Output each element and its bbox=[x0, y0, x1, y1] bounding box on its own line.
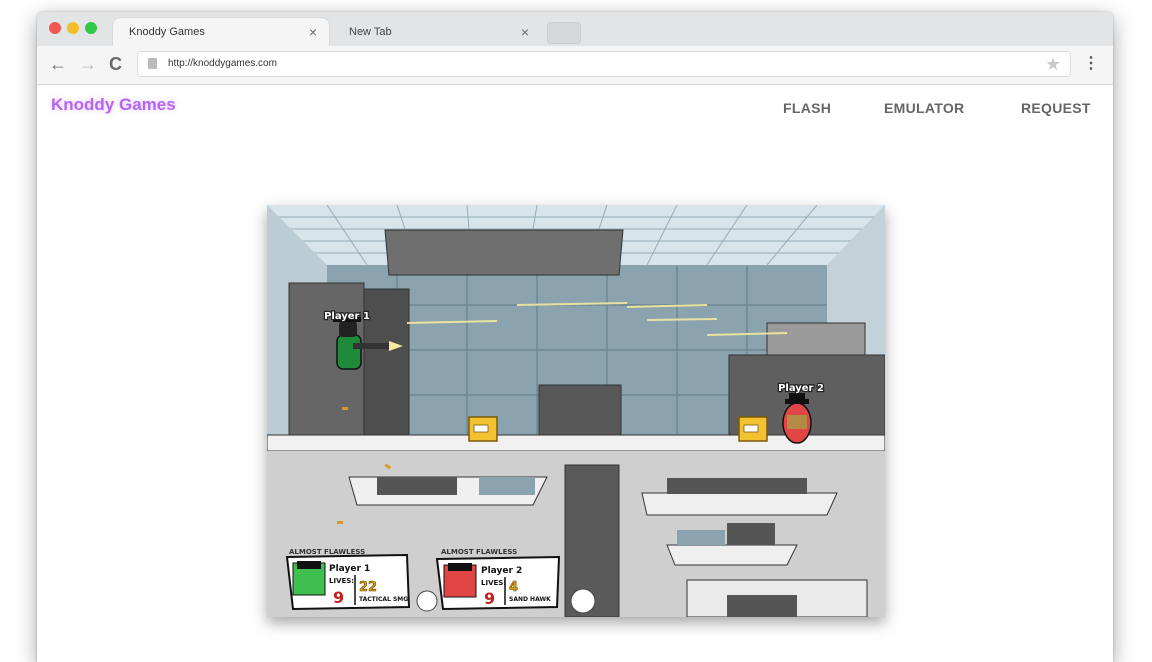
maximize-window-button[interactable] bbox=[85, 22, 97, 34]
hud-badge: ALMOST FLAWLESS bbox=[441, 548, 517, 556]
hud-player-name: Player 1 bbox=[329, 564, 370, 574]
browser-menu-icon[interactable]: ⋮ bbox=[1083, 53, 1099, 75]
tab-new-tab[interactable]: New Tab × bbox=[333, 18, 541, 46]
browser-toolbar: ← → C http://knoddygames.com ★ ⋮ bbox=[37, 46, 1113, 85]
ceiling-block bbox=[384, 229, 624, 276]
hud-ammo: 4 bbox=[509, 580, 518, 595]
game-canvas[interactable]: Player 1 Player 2 ALMOST FLAWLESS Player… bbox=[267, 205, 885, 617]
tab-strip: Knoddy Games × New Tab × bbox=[37, 12, 1113, 46]
hud-weapon: SAND HAWK bbox=[509, 596, 551, 603]
browser-window: Knoddy Games × New Tab × ← → C http://kn… bbox=[37, 12, 1113, 662]
minimize-window-button[interactable] bbox=[67, 22, 79, 34]
game-scene: Player 1 Player 2 ALMOST FLAWLESS Player… bbox=[267, 205, 885, 617]
player2-character bbox=[782, 393, 812, 444]
back-icon[interactable]: ← bbox=[49, 53, 67, 75]
tab-knoddy-games[interactable]: Knoddy Games × bbox=[113, 18, 329, 46]
hud-lives-count: 9 bbox=[484, 589, 495, 608]
player1-name-tag: Player 1 bbox=[324, 311, 370, 322]
url-text: http://knoddygames.com bbox=[168, 58, 277, 69]
hud-ammo: 22 bbox=[359, 580, 377, 595]
hud-lives-label: LIVES: bbox=[329, 577, 354, 585]
hud-lives-count: 9 bbox=[333, 588, 344, 607]
page-icon bbox=[148, 58, 157, 69]
close-tab-icon[interactable]: × bbox=[521, 18, 529, 46]
center-box bbox=[538, 384, 622, 436]
close-window-button[interactable] bbox=[49, 22, 61, 34]
hud-player-name: Player 2 bbox=[481, 566, 522, 576]
nav-request[interactable]: REQUEST bbox=[1021, 100, 1091, 116]
player2-name-tag: Player 2 bbox=[778, 383, 824, 394]
new-tab-button[interactable] bbox=[547, 22, 581, 44]
player1-hud: ALMOST FLAWLESS Player 1 LIVES: 9 22 TAC… bbox=[285, 548, 411, 611]
tab-title: Knoddy Games bbox=[129, 26, 205, 38]
nav-emulator[interactable]: EMULATOR bbox=[884, 100, 964, 116]
weapon-crate[interactable] bbox=[468, 416, 498, 442]
tab-title: New Tab bbox=[349, 26, 392, 38]
weapon-crate[interactable] bbox=[738, 416, 768, 442]
bookmark-star-icon[interactable]: ★ bbox=[1045, 53, 1061, 75]
address-bar[interactable]: http://knoddygames.com bbox=[137, 51, 1071, 77]
nav-flash[interactable]: FLASH bbox=[783, 100, 831, 116]
hud-badge: ALMOST FLAWLESS bbox=[289, 548, 365, 556]
reload-icon[interactable]: C bbox=[109, 53, 122, 75]
forward-icon[interactable]: → bbox=[79, 53, 97, 75]
site-logo[interactable]: Knoddy Games bbox=[51, 95, 176, 115]
hud-lives-label: LIVES: bbox=[481, 579, 506, 587]
web-page: Knoddy Games FLASH EMULATOR REQUEST Play… bbox=[37, 85, 1113, 662]
close-tab-icon[interactable]: × bbox=[309, 18, 317, 46]
hud-weapon: TACTICAL SMG bbox=[359, 596, 408, 603]
